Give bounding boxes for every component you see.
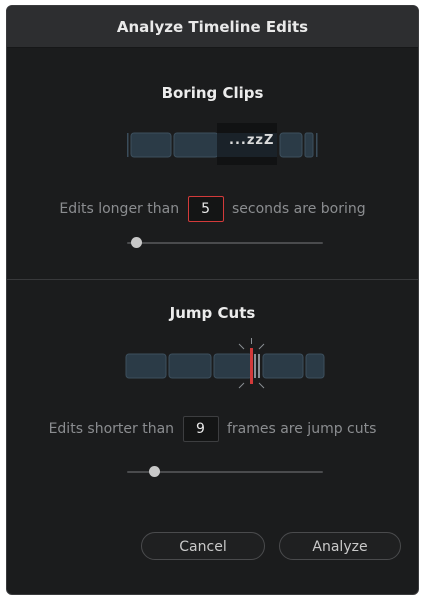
jump-cuts-slider[interactable] <box>127 465 323 479</box>
boring-slider-thumb[interactable] <box>131 237 142 248</box>
boring-seconds-input[interactable]: 5 <box>187 196 224 222</box>
analyze-timeline-edits-dialog: Analyze Timeline Edits Boring Clips ...z… <box>6 5 419 595</box>
boring-slider-track <box>127 242 323 244</box>
sleep-zzz-text: ...zzZ <box>229 133 275 148</box>
boring-clips-illustration <box>127 123 318 165</box>
analyze-button[interactable]: Analyze <box>279 532 401 560</box>
boring-prefix-text: Edits longer than <box>59 201 180 217</box>
dialog-title-bar: Analyze Timeline Edits <box>7 6 418 48</box>
jump-frames-input[interactable]: 9 <box>182 416 219 442</box>
boring-clips-description: Edits longer than 5 seconds are boring <box>7 196 418 222</box>
jump-prefix-text: Edits shorter than <box>48 421 175 437</box>
jump-slider-thumb[interactable] <box>149 466 160 477</box>
boring-clips-heading: Boring Clips <box>161 84 264 102</box>
section-divider <box>7 279 418 280</box>
jump-suffix-text: frames are jump cuts <box>226 421 377 437</box>
dialog-title: Analyze Timeline Edits <box>116 17 309 36</box>
cancel-button[interactable]: Cancel <box>141 532 265 560</box>
jump-cuts-heading: Jump Cuts <box>169 304 256 322</box>
boring-suffix-text: seconds are boring <box>232 201 366 217</box>
jump-cuts-illustration <box>125 338 325 389</box>
jump-cuts-description: Edits shorter than 9 frames are jump cut… <box>7 416 418 442</box>
boring-clips-slider[interactable] <box>127 236 323 250</box>
